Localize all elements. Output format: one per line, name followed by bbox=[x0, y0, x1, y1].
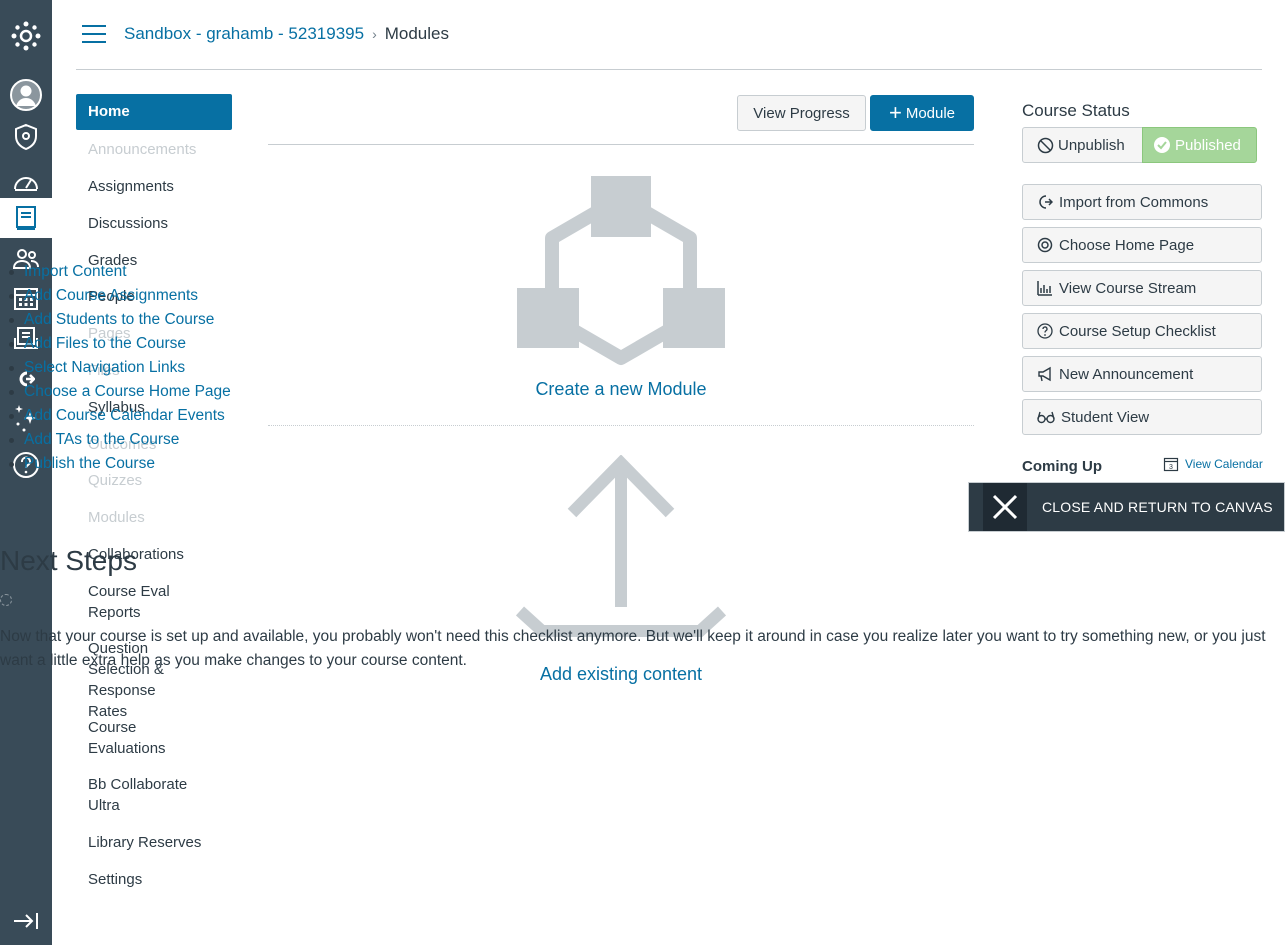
checklist-item[interactable]: Publish the Course bbox=[0, 452, 231, 476]
calendar-small-icon: 3 bbox=[1163, 457, 1179, 472]
checklist-item[interactable]: Import Content bbox=[0, 260, 231, 284]
course-nav-library-reserves[interactable]: Library Reserves bbox=[76, 832, 213, 853]
unpublish-button[interactable]: Unpublish bbox=[1022, 127, 1143, 163]
checklist-item[interactable]: Choose a Course Home Page bbox=[0, 380, 231, 404]
check-circle-icon bbox=[1154, 137, 1170, 153]
courses-icon[interactable] bbox=[0, 198, 52, 238]
course-nav-course-evaluations[interactable]: Course Evaluations bbox=[76, 717, 210, 759]
megaphone-icon bbox=[1038, 366, 1051, 382]
course-nav-discussions[interactable]: Discussions bbox=[76, 213, 180, 234]
view-course-stream-button[interactable]: View Course Stream bbox=[1022, 270, 1262, 306]
plus-icon: + bbox=[888, 100, 902, 125]
course-nav-assignments[interactable]: Assignments bbox=[76, 176, 186, 197]
new-announcement-label: New Announcement bbox=[1059, 365, 1194, 383]
module-divider bbox=[268, 425, 974, 426]
course-nav-home[interactable]: Home bbox=[76, 94, 232, 130]
course-nav-course-eval-reports[interactable]: Course Eval Reports bbox=[76, 581, 210, 623]
course-nav-announcements[interactable]: Announcements bbox=[76, 139, 208, 160]
checklist-item[interactable]: Add Course Calendar Events bbox=[0, 404, 231, 428]
student-view-button[interactable]: Student View bbox=[1022, 399, 1262, 435]
upload-arrow-icon bbox=[516, 455, 726, 637]
unpublish-label: Unpublish bbox=[1058, 136, 1125, 154]
choose-home-page-label: Choose Home Page bbox=[1059, 236, 1195, 254]
course-nav-settings[interactable]: Settings bbox=[76, 869, 154, 890]
checklist-item[interactable]: Add Students to the Course bbox=[0, 308, 231, 332]
close-icon[interactable] bbox=[983, 483, 1027, 531]
view-progress-button[interactable]: View Progress bbox=[737, 95, 866, 131]
course-setup-checklist-label: Course Setup Checklist bbox=[1059, 322, 1216, 340]
next-steps-text: Now that your course is set up and avail… bbox=[0, 628, 1266, 669]
admin-shield-icon[interactable] bbox=[0, 117, 52, 157]
breadcrumb-separator-icon: › bbox=[372, 26, 377, 42]
course-setup-checklist-button[interactable]: Course Setup Checklist bbox=[1022, 313, 1262, 349]
course-nav-bb-collaborate[interactable]: Bb Collaborate Ultra bbox=[76, 774, 210, 816]
commons-icon bbox=[1039, 195, 1053, 209]
import-from-commons-button[interactable]: Import from Commons bbox=[1022, 184, 1262, 220]
checklist-overlay: Import Content Add Course Assignments Ad… bbox=[0, 260, 231, 476]
view-calendar-link[interactable]: 3 View Calendar bbox=[1163, 456, 1263, 472]
question-icon bbox=[1037, 323, 1053, 339]
checklist-item[interactable]: Add Course Assignments bbox=[0, 284, 231, 308]
course-nav-modules[interactable]: Modules bbox=[76, 507, 157, 528]
unpublish-icon bbox=[1037, 137, 1054, 153]
coming-up-title: Coming Up bbox=[1022, 458, 1102, 475]
view-calendar-label: View Calendar bbox=[1185, 457, 1263, 471]
close-return-label: CLOSE AND RETURN TO CANVAS bbox=[1042, 499, 1273, 515]
canvas-logo-icon[interactable] bbox=[0, 16, 52, 56]
new-announcement-button[interactable]: New Announcement bbox=[1022, 356, 1262, 392]
hamburger-menu-icon[interactable] bbox=[82, 25, 106, 45]
course-status-title: Course Status bbox=[1022, 101, 1130, 120]
loading-spinner-icon bbox=[0, 594, 12, 606]
calendar-day: 3 bbox=[1169, 464, 1173, 471]
top-bar: Sandbox - grahamb - 52319395 › Modules bbox=[76, 0, 1262, 70]
choose-home-page-button[interactable]: Choose Home Page bbox=[1022, 227, 1262, 263]
target-icon bbox=[1037, 237, 1053, 253]
checklist-item[interactable]: Add TAs to the Course bbox=[0, 428, 231, 452]
create-module-link[interactable]: Create a new Module bbox=[516, 379, 726, 400]
glasses-icon bbox=[1037, 411, 1055, 424]
published-button[interactable]: Published bbox=[1142, 127, 1257, 163]
add-module-button[interactable]: + Module bbox=[870, 95, 974, 131]
dashboard-icon[interactable] bbox=[0, 161, 52, 201]
toolbar-divider bbox=[268, 144, 974, 145]
breadcrumb-current: Modules bbox=[384, 24, 449, 43]
breadcrumb-course-link[interactable]: Sandbox - grahamb - 52319395 bbox=[124, 24, 364, 44]
collapse-nav-icon[interactable] bbox=[0, 901, 52, 941]
next-steps-title: Next Steps bbox=[0, 545, 137, 576]
checklist-item[interactable]: Select Navigation Links bbox=[0, 356, 231, 380]
published-label: Published bbox=[1175, 136, 1241, 154]
stream-icon bbox=[1037, 281, 1052, 296]
module-hexagon-icon bbox=[517, 176, 725, 365]
checklist-item[interactable]: Add Files to the Course bbox=[0, 332, 231, 356]
student-view-label: Student View bbox=[1061, 408, 1150, 426]
view-course-stream-label: View Course Stream bbox=[1059, 279, 1197, 297]
add-module-label: Module bbox=[905, 104, 956, 122]
account-avatar-icon[interactable] bbox=[0, 75, 52, 115]
close-return-bar[interactable]: CLOSE AND RETURN TO CANVAS bbox=[968, 482, 1285, 532]
breadcrumb: Sandbox - grahamb - 52319395 › Modules bbox=[124, 24, 449, 44]
import-from-commons-label: Import from Commons bbox=[1059, 193, 1209, 211]
course-navigation: Home Announcements Assignments Discussio… bbox=[76, 94, 232, 888]
